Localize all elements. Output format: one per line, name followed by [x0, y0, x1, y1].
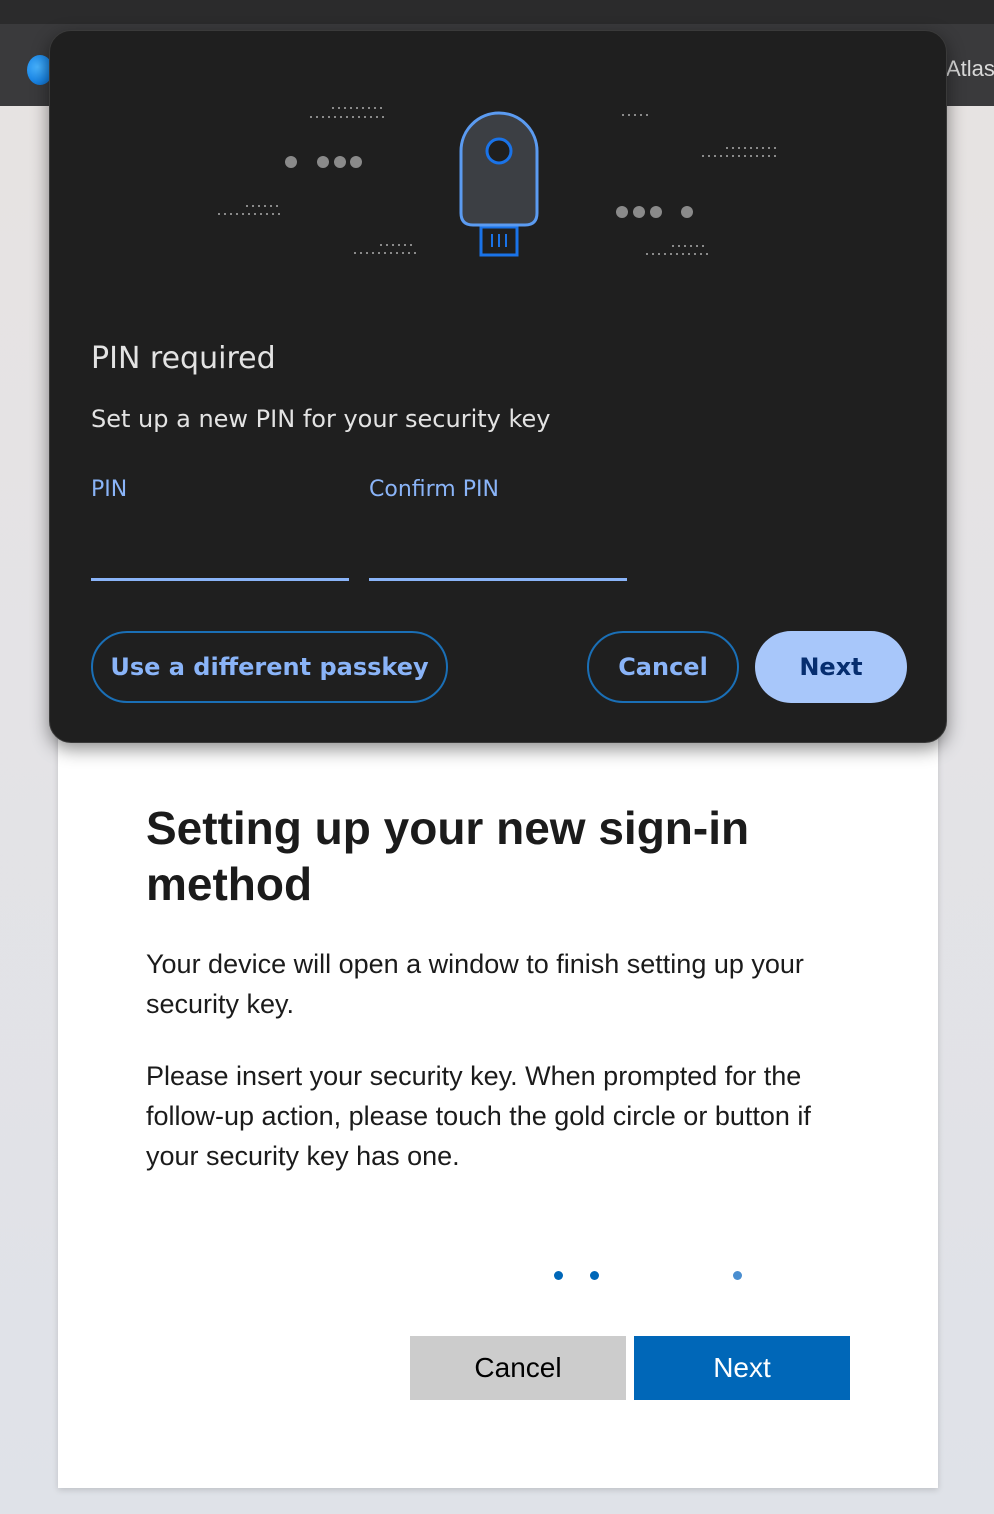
browser-title-bar [0, 0, 994, 24]
pin-dialog: PIN required Set up a new PIN for your s… [49, 30, 947, 743]
pin-label: PIN [91, 477, 128, 502]
dialog-cancel-button[interactable]: Cancel [587, 631, 739, 703]
dialog-title: PIN required [91, 341, 276, 376]
confirm-pin-label: Confirm PIN [369, 477, 499, 502]
use-different-passkey-button[interactable]: Use a different passkey [91, 631, 448, 703]
security-key-illustration [218, 107, 780, 257]
insert-key-text: Please insert your security key. When pr… [146, 1061, 811, 1171]
setup-card: Setting up your new sign-in method Your … [58, 700, 938, 1488]
browser-tab-title[interactable]: Atlas [946, 56, 994, 82]
dialog-next-button[interactable]: Next [755, 631, 907, 703]
progress-dot [554, 1271, 563, 1280]
progress-dot [590, 1271, 599, 1280]
dialog-subtitle: Set up a new PIN for your security key [91, 405, 551, 433]
security-key-icon [459, 111, 539, 257]
cancel-button[interactable]: Cancel [410, 1336, 626, 1400]
instruction-text: Your device will open a window to finish… [146, 949, 804, 1019]
page-title: Setting up your new sign-in method [146, 802, 750, 910]
next-button[interactable]: Next [634, 1336, 850, 1400]
pin-input[interactable] [91, 531, 349, 581]
confirm-pin-input[interactable] [369, 531, 627, 581]
progress-dot [733, 1271, 742, 1280]
